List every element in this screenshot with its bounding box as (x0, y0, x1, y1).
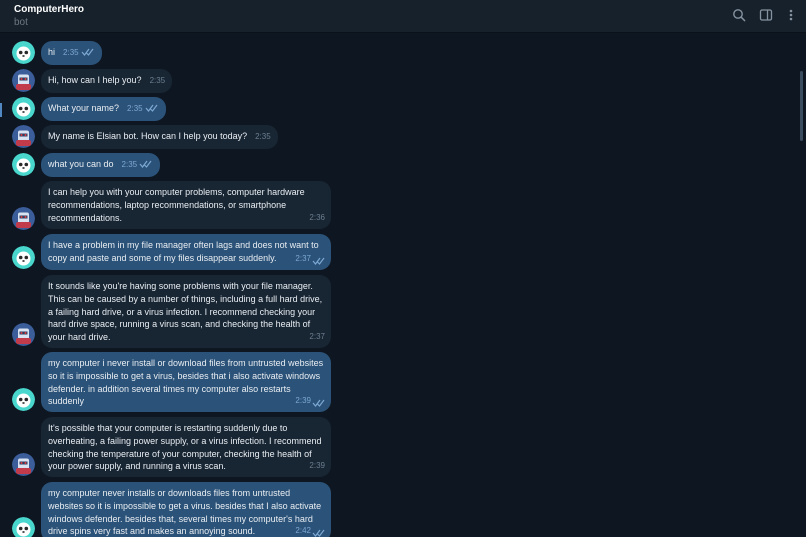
message-incoming[interactable]: It's possible that your computer is rest… (41, 417, 331, 477)
message-outgoing[interactable]: What your name? 2:35 (41, 97, 166, 121)
scrollbar-thumb[interactable] (800, 71, 803, 141)
double-check-icon (312, 399, 325, 407)
message-time: 2:39 (309, 461, 325, 471)
bot-avatar[interactable] (12, 453, 35, 476)
unread-marker (0, 103, 2, 117)
bot-avatar[interactable] (12, 125, 35, 148)
message-time: 2:35 (121, 160, 138, 169)
user-avatar[interactable] (12, 41, 35, 64)
message-outgoing[interactable]: my computer never installs or downloads … (41, 482, 331, 537)
user-avatar[interactable] (12, 517, 35, 537)
message-incoming[interactable]: Hi, how can I help you? 2:35 (41, 69, 173, 93)
message-text: I can help you with your computer proble… (48, 187, 305, 223)
message-text: what you can do (48, 159, 114, 169)
message-text: What your name? (48, 103, 120, 113)
double-check-icon (139, 160, 152, 168)
message-time: 2:35 (149, 76, 166, 85)
message-time: 2:39 (295, 396, 311, 406)
bot-avatar[interactable] (12, 69, 35, 92)
message-time: 2:37 (295, 254, 311, 264)
message-time: 2:42 (295, 526, 311, 536)
message-incoming[interactable]: I can help you with your computer proble… (41, 181, 331, 229)
message-text: It sounds like you're having some proble… (48, 281, 323, 343)
message-text: It's possible that your computer is rest… (48, 423, 322, 472)
double-check-icon (81, 48, 94, 56)
message-time: 2:36 (309, 213, 325, 223)
double-check-icon (145, 104, 158, 112)
message-time: 2:37 (309, 332, 325, 342)
message-text: my computer i never install or download … (48, 358, 324, 407)
search-icon[interactable] (732, 8, 746, 22)
chat-subtitle: bot (14, 17, 28, 28)
message-incoming[interactable]: My name is Elsian bot. How can I help yo… (41, 125, 278, 149)
user-avatar[interactable] (12, 388, 35, 411)
message-time: 2:35 (63, 48, 79, 57)
message-text: I have a problem in my file manager ofte… (48, 240, 319, 263)
user-avatar[interactable] (12, 153, 35, 176)
message-outgoing[interactable]: I have a problem in my file manager ofte… (41, 234, 331, 270)
message-time: 2:35 (255, 132, 271, 141)
message-incoming[interactable]: It sounds like you're having some proble… (41, 275, 331, 348)
bot-avatar[interactable] (12, 323, 35, 346)
double-check-icon (312, 257, 325, 265)
message-text: my computer never installs or downloads … (48, 488, 322, 537)
sidebar-toggle-icon[interactable] (759, 8, 773, 22)
message-list[interactable]: hi 2:35 Hi, how can I help you? 2:35 What … (0, 33, 806, 537)
message-time: 2:35 (127, 104, 143, 113)
bot-avatar[interactable] (12, 207, 35, 230)
message-text: hi (48, 47, 56, 57)
message-outgoing[interactable]: what you can do 2:35 (41, 153, 161, 177)
more-vert-icon[interactable] (784, 8, 798, 22)
chat-title[interactable]: ComputerHero (14, 4, 84, 15)
user-avatar[interactable] (12, 97, 35, 120)
chat-header: ComputerHero bot (0, 0, 806, 33)
user-avatar[interactable] (12, 246, 35, 269)
double-check-icon (312, 529, 325, 537)
message-outgoing[interactable]: my computer i never install or download … (41, 352, 331, 412)
message-outgoing[interactable]: hi 2:35 (41, 41, 102, 65)
message-text: Hi, how can I help you? (48, 75, 142, 85)
message-text: My name is Elsian bot. How can I help yo… (48, 131, 248, 141)
